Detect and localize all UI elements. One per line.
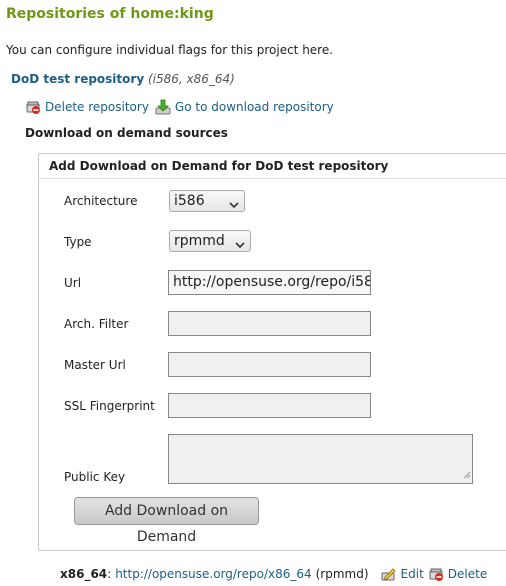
dod-delete-link[interactable]: Delete <box>448 567 487 581</box>
chevron-down-icon <box>229 196 239 216</box>
add-dod-button[interactable]: Add Download on Demand <box>74 497 259 545</box>
dod-edit-link[interactable]: Edit <box>401 567 424 581</box>
architecture-selected-value: i586 <box>174 193 205 209</box>
delete-icon <box>428 566 444 582</box>
architecture-label: Architecture <box>64 194 138 208</box>
dod-url-link[interactable]: http://opensuse.org/repo/x86_64 <box>115 567 311 581</box>
page-title: Repositories of home:king <box>6 6 214 22</box>
url-label: Url <box>64 276 82 290</box>
dod-type: (rpmmd) <box>315 567 369 581</box>
dod-sources-title: Download on demand sources <box>25 126 228 140</box>
add-dod-panel-header: Add Download on Demand for DoD test repo… <box>39 154 506 179</box>
ssl-fingerprint-label: SSL Fingerprint <box>64 399 155 413</box>
delete-repository-link[interactable]: Delete repository <box>45 100 149 114</box>
repository-name-link[interactable]: DoD test repository <box>11 72 144 86</box>
chevron-down-icon <box>235 236 245 256</box>
delete-repository-icon <box>25 99 41 115</box>
intro-text: You can configure individual flags for t… <box>6 43 334 57</box>
repository-heading: DoD test repository (i586, x86_64) <box>11 72 235 86</box>
dod-separator: : <box>107 567 112 581</box>
repository-actions: Delete repository Go to download reposit… <box>25 99 334 115</box>
url-input[interactable]: http://opensuse.org/repo/i586 <box>168 270 371 295</box>
resize-grip-icon[interactable] <box>463 468 471 482</box>
public-key-label: Public Key <box>64 470 126 484</box>
edit-icon <box>381 566 397 582</box>
download-repository-link[interactable]: Go to download repository <box>175 100 334 114</box>
type-select[interactable]: rpmmd <box>169 230 251 252</box>
master-url-input[interactable] <box>168 352 371 377</box>
arch-filter-label: Arch. Filter <box>64 317 129 331</box>
repository-archs: (i586, x86_64) <box>147 72 235 86</box>
existing-dod-entry: x86_64 : http://opensuse.org/repo/x86_64… <box>60 566 487 582</box>
public-key-textarea[interactable] <box>168 434 473 484</box>
dod-arch: x86_64 <box>60 567 108 581</box>
master-url-label: Master Url <box>64 358 126 372</box>
type-selected-value: rpmmd <box>174 233 225 249</box>
architecture-select[interactable]: i586 <box>169 190 245 212</box>
type-label: Type <box>64 235 92 249</box>
add-dod-panel: Add Download on Demand for DoD test repo… <box>38 153 506 551</box>
download-repository-icon <box>155 99 171 115</box>
arch-filter-input[interactable] <box>168 311 371 336</box>
ssl-fingerprint-input[interactable] <box>168 393 371 418</box>
